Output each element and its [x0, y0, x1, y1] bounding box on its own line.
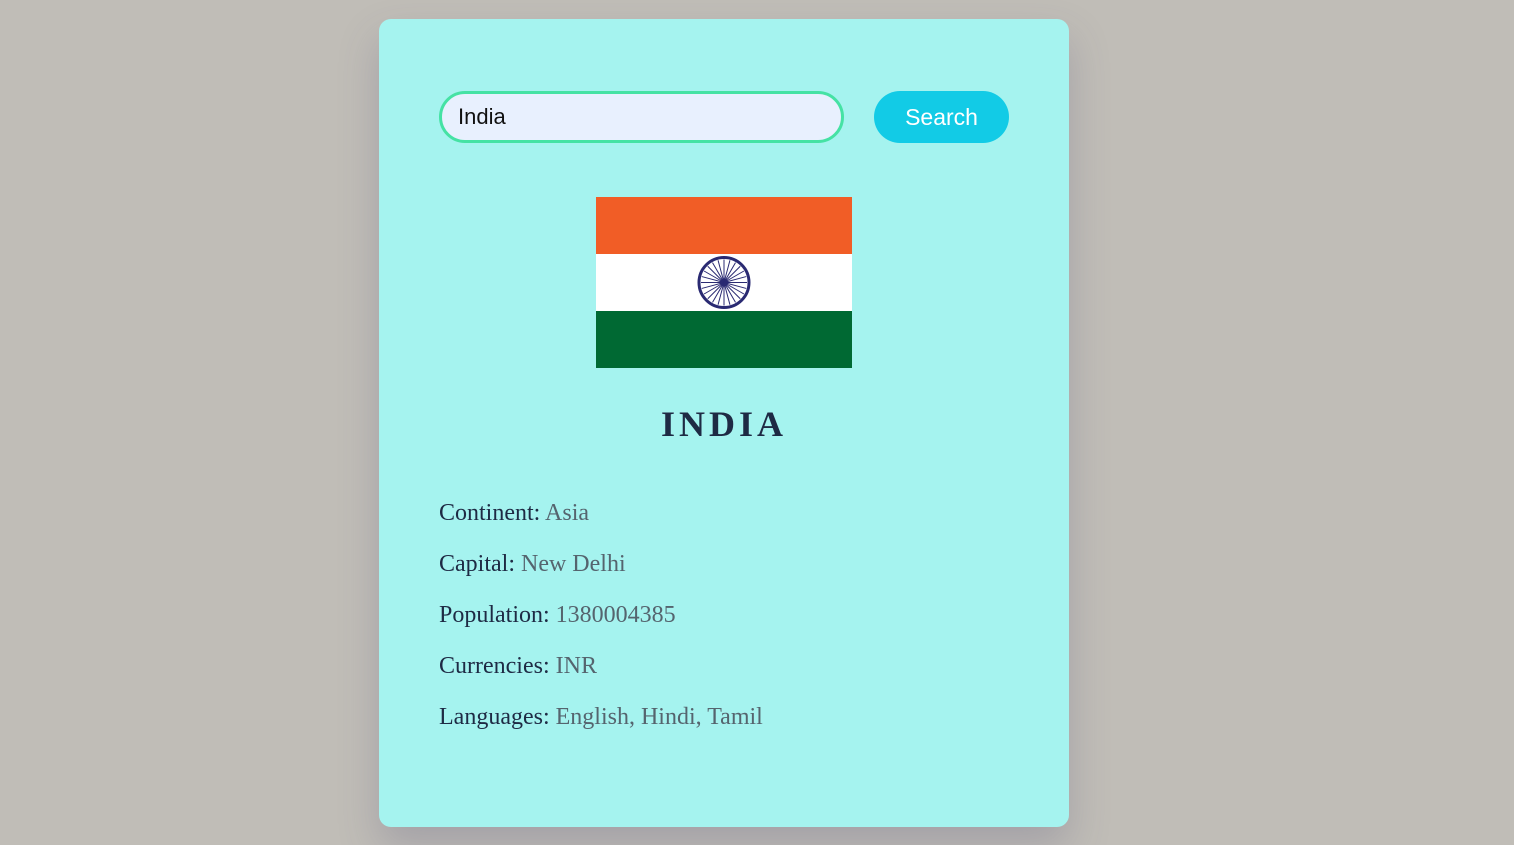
- detail-label: Capital:: [439, 551, 515, 577]
- search-input[interactable]: [439, 91, 844, 143]
- detail-label: Currencies:: [439, 653, 550, 679]
- detail-row-languages: Languages: English, Hindi, Tamil: [439, 701, 1009, 752]
- detail-value: English, Hindi, Tamil: [555, 704, 763, 730]
- country-details: Continent: Asia Capital: New Delhi Popul…: [439, 497, 1009, 752]
- flag-stripe-green: [596, 311, 852, 368]
- country-card: Search INDIA Continent: Asia Capital: Ne…: [379, 19, 1069, 827]
- ashoka-chakra-icon: [697, 256, 751, 309]
- detail-row-currencies: Currencies: INR: [439, 650, 1009, 701]
- search-button[interactable]: Search: [874, 91, 1009, 143]
- detail-row-continent: Continent: Asia: [439, 497, 1009, 548]
- country-flag: [596, 197, 852, 368]
- country-name: INDIA: [660, 404, 787, 444]
- detail-value: Asia: [545, 500, 590, 526]
- detail-label: Languages:: [439, 704, 550, 730]
- detail-value: New Delhi: [520, 551, 626, 577]
- detail-value: INR: [555, 653, 597, 679]
- detail-value: 1380004385: [555, 602, 676, 628]
- flag-stripe-saffron: [596, 197, 852, 254]
- detail-label: Continent:: [439, 500, 541, 526]
- detail-row-population: Population: 1380004385: [439, 599, 1009, 650]
- detail-row-capital: Capital: New Delhi: [439, 548, 1009, 599]
- search-row: Search: [439, 91, 1009, 143]
- detail-label: Population:: [439, 602, 550, 628]
